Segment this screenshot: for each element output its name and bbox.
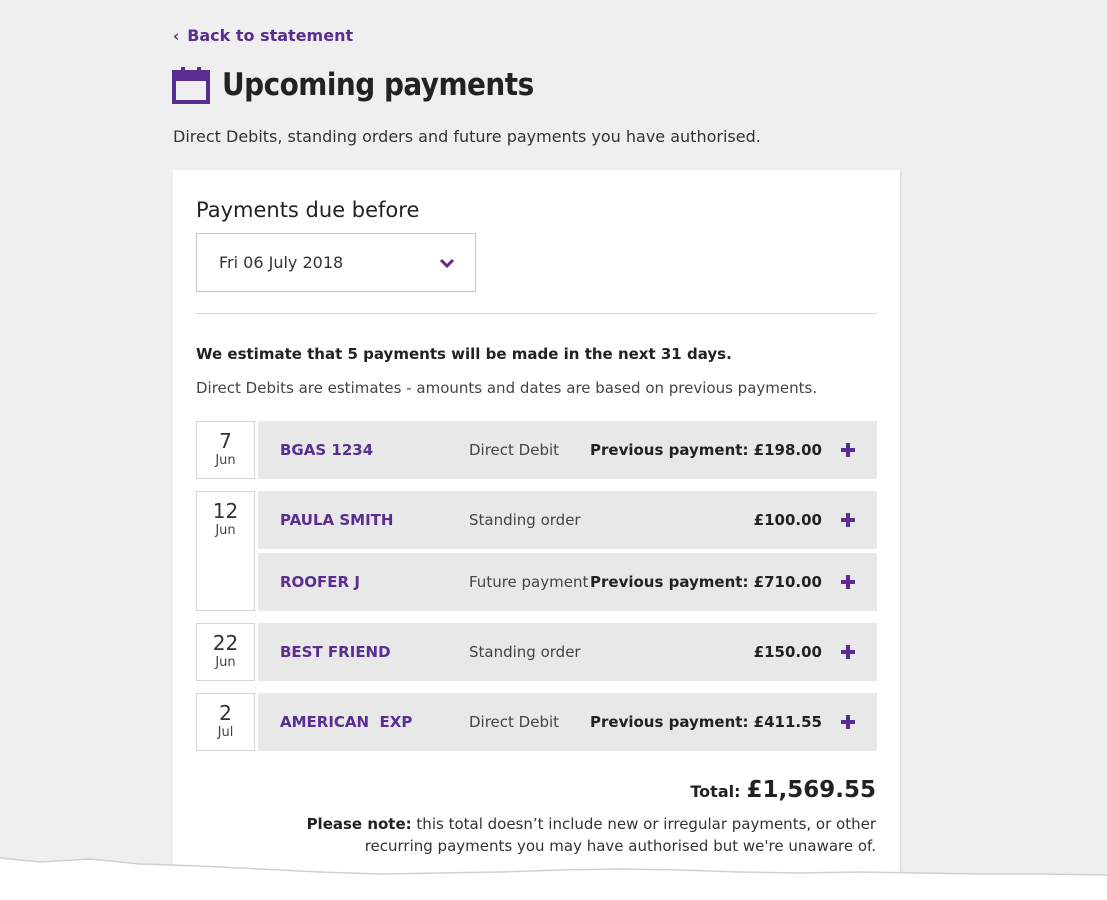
date-day: 2 xyxy=(219,701,232,725)
plus-icon[interactable] xyxy=(841,715,855,729)
payment-date-group: 7 Jun BGAS 1234 Direct Debit Previous pa… xyxy=(196,421,877,479)
payment-type: Standing order xyxy=(469,511,581,529)
payment-type: Standing order xyxy=(469,643,581,661)
back-to-statement-link[interactable]: ‹ Back to statement xyxy=(173,26,353,45)
date-badge: 12 Jun xyxy=(196,491,255,611)
total-amount: £1,569.55 xyxy=(746,777,877,803)
page-header: Upcoming payments xyxy=(172,66,534,104)
date-badge: 2 Jul xyxy=(196,693,255,751)
payment-row-paula-smith[interactable]: PAULA SMITH Standing order £100.00 xyxy=(258,491,877,549)
payment-type: Future payment xyxy=(469,573,589,591)
date-month: Jul xyxy=(217,725,234,740)
payment-amount: Previous payment: £710.00 xyxy=(590,573,822,591)
date-day: 7 xyxy=(219,429,232,453)
payment-amount: Previous payment: £411.55 xyxy=(590,713,822,731)
payment-amount: £100.00 xyxy=(753,511,822,529)
divider xyxy=(196,313,877,314)
back-link-label: Back to statement xyxy=(187,26,354,45)
total-label: Total: xyxy=(690,782,741,801)
payee-name: PAULA SMITH xyxy=(280,511,394,529)
payment-list: 7 Jun BGAS 1234 Direct Debit Previous pa… xyxy=(196,421,877,763)
payment-amount: £150.00 xyxy=(753,643,822,661)
payments-total: Total: £1,569.55 xyxy=(690,777,876,803)
payment-row-bgas[interactable]: BGAS 1234 Direct Debit Previous payment:… xyxy=(258,421,877,479)
payments-due-label: Payments due before xyxy=(196,198,420,222)
chevron-down-icon xyxy=(439,258,455,268)
payment-type: Direct Debit xyxy=(469,441,560,459)
date-badge: 22 Jun xyxy=(196,623,255,681)
payments-card: Payments due before Fri 06 July 2018 We … xyxy=(173,170,900,880)
plus-icon[interactable] xyxy=(841,645,855,659)
footnote-text: this total doesn’t include new or irregu… xyxy=(364,815,876,855)
torn-edge xyxy=(0,857,1107,900)
payee-name: BGAS 1234 xyxy=(280,441,374,459)
payee-name: AMERICAN EXP xyxy=(280,713,413,731)
date-month: Jun xyxy=(215,453,236,468)
due-date-value: Fri 06 July 2018 xyxy=(219,253,344,272)
date-badge: 7 Jun xyxy=(196,421,255,479)
payment-amount: Previous payment: £198.00 xyxy=(590,441,822,459)
payment-type: Direct Debit xyxy=(469,713,560,731)
payee-name: BEST FRIEND xyxy=(280,643,391,661)
payment-date-group: 2 Jul AMERICAN EXP Direct Debit Previous… xyxy=(196,693,877,751)
payment-date-group: 22 Jun BEST FRIEND Standing order £150.0… xyxy=(196,623,877,681)
direct-debit-note: Direct Debits are estimates - amounts an… xyxy=(196,379,818,397)
payment-date-group: 12 Jun PAULA SMITH Standing order £100.0… xyxy=(196,491,877,611)
payment-row-american-exp[interactable]: AMERICAN EXP Direct Debit Previous payme… xyxy=(258,693,877,751)
footnote-bold: Please note: xyxy=(306,815,412,833)
plus-icon[interactable] xyxy=(841,575,855,589)
date-day: 12 xyxy=(212,499,239,523)
due-date-dropdown[interactable]: Fri 06 July 2018 xyxy=(196,233,476,292)
page-subtitle: Direct Debits, standing orders and futur… xyxy=(173,127,761,146)
payee-name: ROOFER J xyxy=(280,573,360,591)
chevron-left-icon: ‹ xyxy=(173,26,180,45)
payment-row-roofer-j[interactable]: ROOFER J Future payment Previous payment… xyxy=(258,553,877,611)
plus-icon[interactable] xyxy=(841,443,855,457)
calendar-icon xyxy=(172,67,210,104)
payment-row-best-friend[interactable]: BEST FRIEND Standing order £150.00 xyxy=(258,623,877,681)
payment-estimate: We estimate that 5 payments will be made… xyxy=(196,345,732,363)
date-month: Jun xyxy=(215,523,236,538)
plus-icon[interactable] xyxy=(841,513,855,527)
page-title: Upcoming payments xyxy=(222,67,534,103)
date-day: 22 xyxy=(212,631,239,655)
date-month: Jun xyxy=(215,655,236,670)
